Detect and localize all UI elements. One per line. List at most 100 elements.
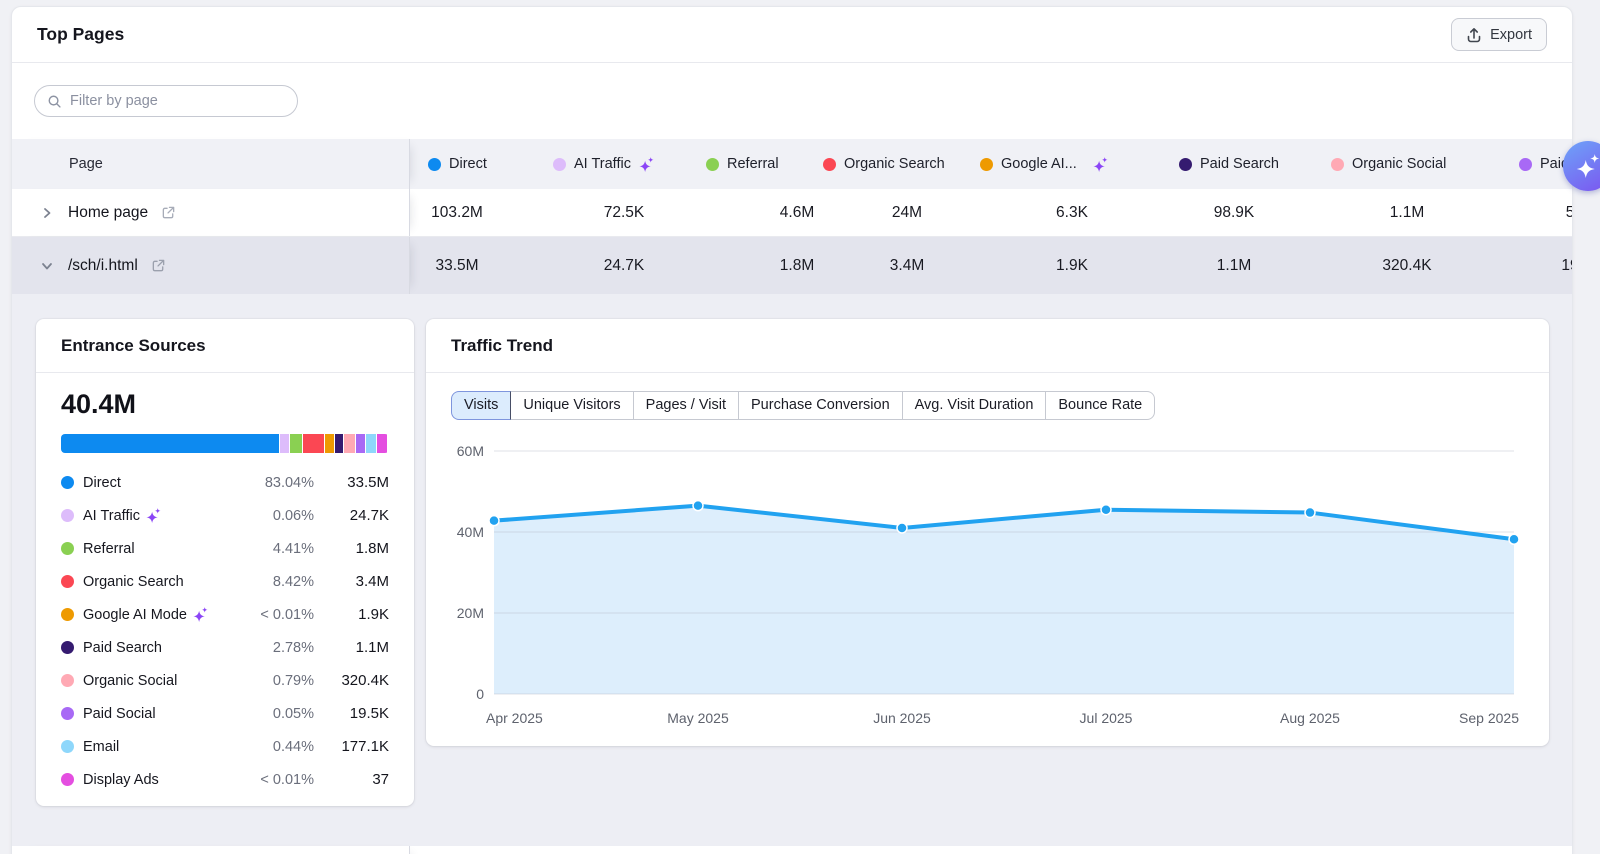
chevron-right-icon[interactable] [39, 205, 55, 221]
traffic-trend-chart: 0 20M 40M 60M Apr 2025 May 2025 Jun 2025 Jul 20… [457, 443, 1520, 726]
bar-segment [335, 434, 344, 453]
metric-tabs: Visits Unique Visitors Pages / Visit Pur… [451, 391, 1156, 420]
table-row-sch-i-html[interactable]: /sch/i.html 33.5M 24.7K 1.8M 3.4M 1.9K 1… [12, 237, 1572, 294]
table-row-partial[interactable] [12, 846, 1572, 854]
cell-referral: 1.8M [779, 256, 815, 274]
x-tick-label: Apr 2025 [486, 710, 543, 726]
cell-paid-search: 1.1M [1216, 256, 1252, 274]
source-label: AI Traffic [83, 508, 161, 524]
source-row: Display Ads < 0.01% 37 [61, 763, 389, 796]
data-point [896, 522, 908, 534]
column-ai-traffic: AI Traffic [553, 156, 654, 172]
data-point [692, 499, 704, 512]
ai-sparkle-icon [1576, 154, 1600, 178]
page-name: /sch/i.html [68, 256, 138, 274]
source-label: Direct [83, 474, 121, 491]
source-value: 320.4K [341, 672, 389, 689]
column-organic-social: Organic Social [1331, 156, 1446, 172]
bar-segment [355, 434, 366, 453]
traffic-trend-header: Traffic Trend [426, 319, 1549, 373]
y-tick-label: 60M [457, 443, 484, 459]
y-tick-label: 20M [457, 605, 484, 621]
paid-dot-icon [1519, 157, 1532, 171]
cell-referral: 4.6M [779, 203, 815, 221]
column-organic-search: Organic Search [823, 156, 945, 172]
data-point [1100, 503, 1112, 516]
tab-unique-visitors[interactable]: Unique Visitors [510, 391, 634, 420]
bar-segment [302, 434, 325, 453]
column-direct: Direct [428, 156, 487, 172]
sources-stacked-bar [61, 434, 389, 453]
x-tick-label: Sep 2025 [1459, 710, 1519, 726]
sparkle-icon [1093, 156, 1108, 172]
source-label: Organic Social [83, 672, 178, 689]
column-paid: Paid [1519, 156, 1569, 172]
x-tick-label: Jul 2025 [1080, 710, 1133, 726]
page: Top Pages Export Page Direct AI Traffic … [0, 0, 1600, 854]
export-label: Export [1490, 26, 1532, 43]
export-button[interactable]: Export [1451, 18, 1547, 51]
tab-purchase-conversion[interactable]: Purchase Conversion [738, 391, 903, 420]
organic-search-dot-icon [823, 157, 836, 171]
external-link-icon[interactable] [151, 258, 166, 273]
google-ai-dot-icon [980, 157, 993, 171]
bar-segment [61, 434, 279, 453]
source-dot-icon [61, 542, 74, 555]
sparkle-icon [146, 508, 161, 523]
entrance-sources-title: Entrance Sources [61, 335, 206, 355]
source-value: 33.5M [347, 474, 389, 491]
sources-list: Direct 83.04% 33.5M AI Traffic 0.06% 24.7K Ref… [61, 466, 389, 796]
source-label: Google AI Mode [83, 607, 208, 623]
area-fill [494, 505, 1514, 694]
cell-paid: 19 [1561, 256, 1572, 274]
source-value: 3.4M [355, 573, 389, 590]
x-tick-label: Jun 2025 [873, 710, 931, 726]
source-percent: < 0.01% [260, 606, 314, 623]
tab-pages-per-visit[interactable]: Pages / Visit [632, 391, 739, 420]
page-cell: /sch/i.html [12, 237, 410, 294]
bar-segment [325, 434, 335, 453]
source-dot-icon [61, 641, 74, 654]
source-percent: 0.06% [272, 507, 314, 524]
tab-visits[interactable]: Visits [451, 391, 512, 420]
cell-direct: 33.5M [435, 256, 479, 274]
column-google-ai: Google AI... [980, 156, 1108, 172]
header-columns: Direct AI Traffic Referral Organic Searc… [410, 139, 1572, 189]
y-tick-label: 40M [457, 524, 484, 540]
column-paid-search: Paid Search [1179, 156, 1279, 172]
source-label: Display Ads [83, 771, 159, 788]
cell-ai-traffic: 72.5K [603, 203, 645, 221]
source-row: Paid Social 0.05% 19.5K [61, 697, 389, 730]
chevron-down-icon[interactable] [39, 258, 55, 274]
filter-input[interactable] [70, 93, 285, 109]
source-row: AI Traffic 0.06% 24.7K [61, 499, 389, 532]
column-referral: Referral [706, 156, 779, 172]
cell-organic-search: 3.4M [889, 256, 925, 274]
source-dot-icon [61, 509, 74, 522]
cell-google-ai: 1.9K [1056, 256, 1088, 274]
page-cell [12, 846, 410, 854]
entrance-sources-header: Entrance Sources [36, 319, 414, 373]
paid-search-dot-icon [1179, 157, 1192, 171]
source-value: 1.9K [358, 606, 389, 623]
tab-avg-visit-duration[interactable]: Avg. Visit Duration [901, 391, 1047, 420]
top-pages-panel: Top Pages Export Page Direct AI Traffic … [11, 6, 1573, 854]
source-value: 24.7K [349, 507, 389, 524]
search-icon [48, 95, 61, 108]
cell-organic-social: 320.4K [1382, 256, 1432, 274]
traffic-trend-title: Traffic Trend [451, 335, 554, 355]
source-value: 19.5K [349, 705, 389, 722]
source-label: Organic Search [83, 573, 184, 590]
source-row: Email 0.44% 177.1K [61, 730, 389, 763]
external-link-icon[interactable] [161, 205, 176, 220]
cell-paid-search: 98.9K [1213, 203, 1255, 221]
x-tick-label: Aug 2025 [1280, 710, 1340, 726]
table-row-home-page[interactable]: Home page 103.2M 72.5K 4.6M 24M 6.3K 98.… [12, 189, 1572, 237]
source-dot-icon [61, 476, 74, 489]
cell-ai-traffic: 24.7K [603, 256, 645, 274]
source-value: 177.1K [341, 738, 389, 755]
tab-bounce-rate[interactable]: Bounce Rate [1045, 391, 1156, 420]
cell-google-ai: 6.3K [1056, 203, 1088, 221]
organic-social-dot-icon [1331, 157, 1344, 171]
table-header: Page Direct AI Traffic Referral Organic … [12, 139, 1572, 189]
